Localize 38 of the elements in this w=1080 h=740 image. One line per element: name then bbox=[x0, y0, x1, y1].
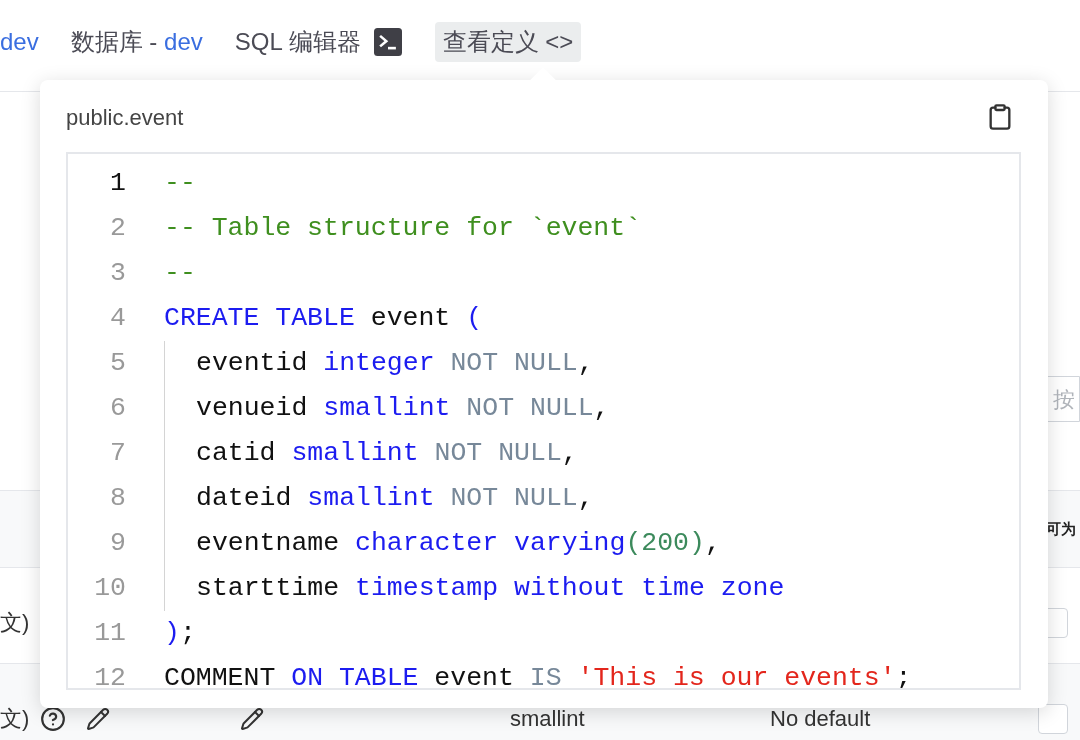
table-cell: smallint bbox=[510, 706, 585, 731]
code-line: venueid smallint NOT NULL, bbox=[164, 386, 610, 431]
line-number: 9 bbox=[109, 526, 126, 560]
checkbox[interactable] bbox=[1038, 703, 1068, 734]
breadcrumb-item[interactable]: 数据库 - dev bbox=[70, 23, 203, 60]
edit-icon[interactable] bbox=[86, 706, 110, 731]
line-number: 11 bbox=[93, 616, 126, 650]
table-cell-text: 文) bbox=[0, 609, 31, 637]
sql-editor-link[interactable]: SQL 编辑器 bbox=[234, 23, 361, 60]
table-cell: No default bbox=[770, 706, 871, 731]
code-line: -- bbox=[164, 256, 196, 290]
code-line: eventid integer NOT NULL, bbox=[164, 341, 594, 386]
line-number: 12 bbox=[93, 661, 126, 688]
help-icon[interactable] bbox=[40, 705, 66, 732]
line-number: 6 bbox=[109, 391, 126, 425]
code-line: CREATE TABLE event ( bbox=[164, 301, 483, 335]
line-number: 5 bbox=[109, 346, 126, 380]
code-line: ); bbox=[164, 616, 196, 650]
view-definition-button[interactable]: 查看定义 <> bbox=[434, 21, 582, 62]
line-number: 4 bbox=[109, 301, 126, 335]
terminal-icon[interactable] bbox=[372, 27, 403, 56]
column-header: 可为 bbox=[1046, 518, 1077, 539]
line-number: 2 bbox=[109, 211, 126, 245]
breadcrumb-item[interactable]: dev bbox=[0, 23, 39, 60]
table-cell-text: 文) bbox=[0, 705, 31, 733]
line-number: 7 bbox=[109, 436, 126, 470]
edit-icon[interactable] bbox=[240, 706, 264, 731]
code-line: -- Table structure for `event` bbox=[164, 211, 642, 245]
popover-title: public.event bbox=[66, 103, 184, 132]
code-line: catid smallint NOT NULL, bbox=[164, 431, 578, 476]
code-line: starttime timestamp without time zone bbox=[164, 566, 785, 611]
line-number: 8 bbox=[109, 481, 126, 515]
code-line: dateid smallint NOT NULL, bbox=[164, 476, 594, 521]
line-number: 1 bbox=[109, 166, 126, 200]
line-number: 3 bbox=[109, 256, 126, 290]
line-number: 10 bbox=[93, 571, 126, 605]
code-line: eventname character varying(200), bbox=[164, 521, 721, 566]
code-line: -- bbox=[164, 166, 196, 200]
